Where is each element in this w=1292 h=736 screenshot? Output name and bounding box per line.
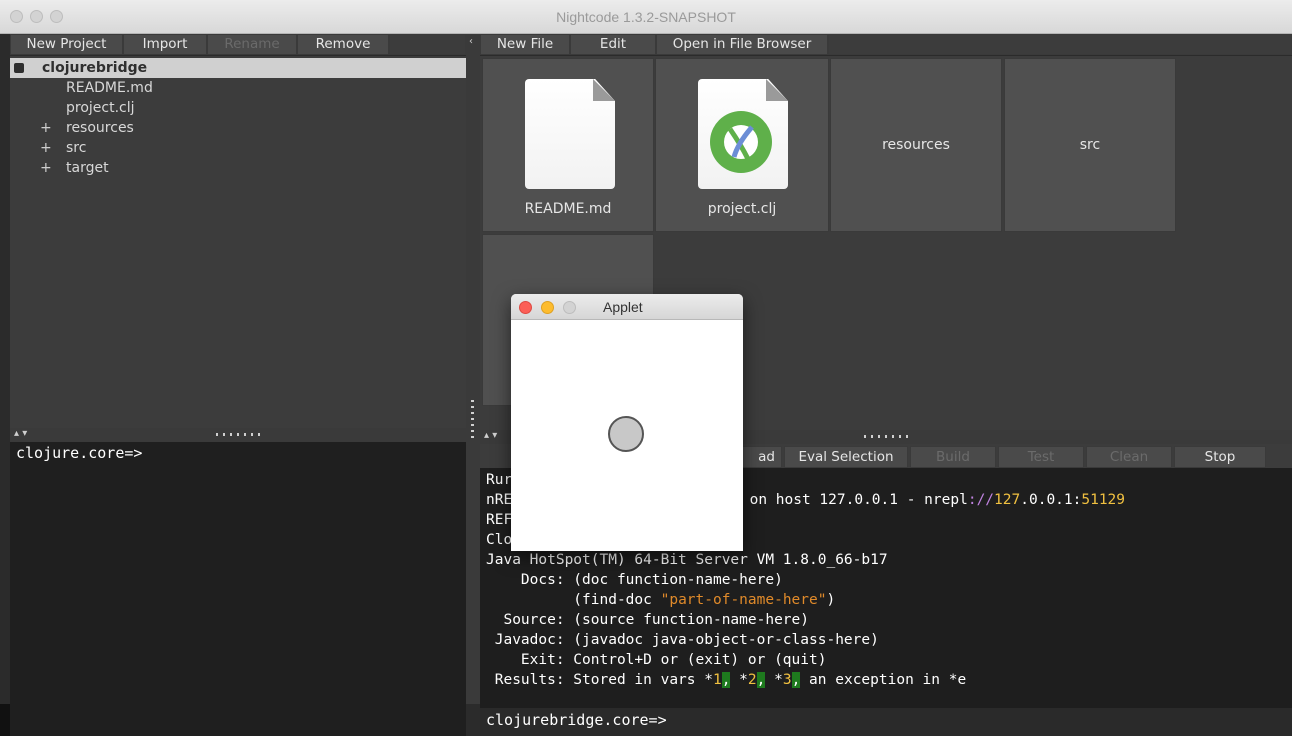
project-tree: clojurebridge README.md project.clj + re… (10, 56, 466, 428)
clean-button[interactable]: Clean (1086, 446, 1172, 468)
tile-label: src (1079, 137, 1101, 153)
console-line: Source: (source function-name-here) (486, 612, 810, 628)
file-toolbar-spacer (828, 34, 1292, 55)
applet-minimize-button[interactable] (541, 301, 554, 314)
console-line: Clo (486, 532, 513, 548)
applet-zoom-button[interactable] (563, 301, 576, 314)
console-text: nRE (486, 492, 513, 508)
stop-button[interactable]: Stop (1174, 446, 1266, 468)
tree-item-label: clojurebridge (42, 60, 148, 76)
file-toolbar: New File Edit Open in File Browser (480, 34, 1292, 56)
applet-title: Applet (603, 299, 643, 315)
resize-arrows-icon[interactable]: ▴ ▾ (484, 430, 497, 441)
remove-button[interactable]: Remove (297, 34, 389, 55)
repl-prompt: clojurebridge.core=> (486, 711, 667, 729)
console-text: ) (826, 592, 836, 608)
resize-arrows-icon[interactable]: ▴ ▾ (14, 428, 27, 439)
import-button[interactable]: Import (123, 34, 207, 55)
test-button[interactable]: Test (998, 446, 1084, 468)
tree-item-label: target (66, 160, 109, 176)
tree-item-readme[interactable]: README.md (10, 78, 466, 98)
grid-tile-readme[interactable]: README.md (482, 58, 654, 232)
applet-window[interactable]: Applet (511, 294, 743, 551)
tree-item-label: resources (66, 120, 134, 136)
new-file-button[interactable]: New File (480, 34, 570, 55)
tree-item-target[interactable]: + target (10, 158, 466, 178)
window-edge (0, 704, 10, 736)
applet-title-bar[interactable]: Applet (511, 294, 743, 320)
repl-input[interactable]: clojurebridge.core=> (480, 708, 1292, 736)
port-number: 51129 (1081, 492, 1126, 508)
expand-icon[interactable]: + (40, 118, 52, 138)
grid-tile-src[interactable]: src (1004, 58, 1176, 232)
tree-item-clojurebridge[interactable]: clojurebridge (10, 58, 466, 78)
console-text: * (765, 672, 783, 688)
window-title: Nightcode 1.3.2-SNAPSHOT (556, 9, 736, 25)
global-repl[interactable]: clojure.core=> (10, 442, 466, 736)
rename-button[interactable]: Rename (207, 34, 297, 55)
console-line: Rur (486, 472, 513, 488)
project-toolbar-spacer (389, 34, 466, 55)
tree-item-resources[interactable]: + resources (10, 118, 466, 138)
tile-label: README.md (524, 201, 612, 217)
collapse-left-icon[interactable]: ‹ (469, 36, 473, 47)
grid-tile-project-clj[interactable]: project.clj (655, 58, 829, 232)
console-text: 127 (994, 492, 1021, 508)
clojure-logo-icon (710, 111, 772, 173)
console-line: Javadoc: (javadoc java-object-or-class-h… (486, 632, 879, 648)
grid-tile-resources[interactable]: resources (830, 58, 1002, 232)
console-text: 3 (782, 672, 792, 688)
tree-item-label: src (66, 140, 87, 156)
console-text: on host 127.0.0.1 - nrepl (740, 492, 968, 508)
build-button[interactable]: Build (910, 446, 996, 468)
console-string: "part-of-name-here" (660, 592, 827, 608)
eval-selection-button[interactable]: Eval Selection (784, 446, 908, 468)
tree-item-src[interactable]: + src (10, 138, 466, 158)
console-text: // (976, 492, 995, 508)
expand-icon[interactable]: + (40, 158, 52, 178)
console-text: (find-doc (486, 592, 661, 608)
tile-label: project.clj (707, 201, 777, 217)
splitter-grip-icon[interactable] (471, 400, 474, 440)
tree-item-label: README.md (66, 80, 153, 96)
console-text: 2 (747, 672, 757, 688)
console-text: an exception in *e (800, 672, 967, 688)
tree-item-project-clj[interactable]: project.clj (10, 98, 466, 118)
console-text: : (967, 492, 977, 508)
console-text: .0.0.1: (1020, 492, 1082, 508)
tile-label: resources (882, 137, 950, 153)
splitter-grip-icon[interactable] (864, 435, 908, 438)
console-text: Results: Stored in vars * (486, 672, 713, 688)
console-line: Exit: Control+D or (exit) or (quit) (486, 652, 827, 668)
console-line: Java HotSpot(TM) 64-Bit Server VM 1.8.0_… (486, 552, 888, 568)
tree-item-label: project.clj (66, 100, 135, 116)
project-toolbar: New Project Import Rename Remove (10, 34, 466, 56)
expand-icon[interactable]: + (40, 138, 52, 158)
applet-close-button[interactable] (519, 301, 532, 314)
console-text: 1 (712, 672, 722, 688)
window-title-bar: Nightcode 1.3.2-SNAPSHOT (0, 0, 1292, 34)
repl-prompt: clojure.core=> (16, 444, 143, 462)
console-line: Docs: (doc function-name-here) (486, 572, 783, 588)
applet-circle (608, 416, 644, 452)
console-line: (find-doc "part-of-name-here") (486, 590, 835, 610)
console-line: Results: Stored in vars *1, *2, *3, an e… (486, 670, 966, 690)
splitter-grip-icon[interactable] (216, 433, 260, 436)
console-text: * (730, 672, 748, 688)
vertical-splitter[interactable]: ‹ (466, 34, 480, 704)
left-horizontal-splitter[interactable]: ▴ ▾ (10, 428, 466, 442)
new-project-button[interactable]: New Project (10, 34, 123, 55)
collapse-icon[interactable] (14, 63, 24, 73)
edit-button[interactable]: Edit (570, 34, 656, 55)
open-in-file-browser-button[interactable]: Open in File Browser (656, 34, 828, 55)
console-line: REF (486, 512, 513, 528)
